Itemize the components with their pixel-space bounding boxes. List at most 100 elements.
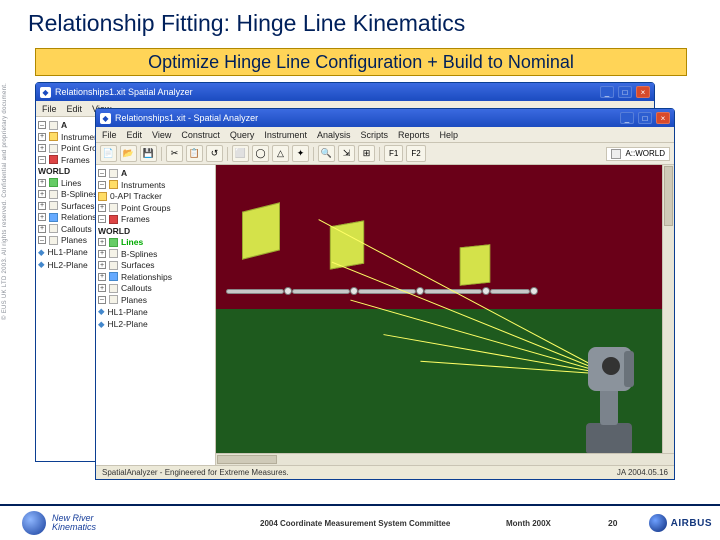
menu-item[interactable]: Help [440,130,459,140]
expand-icon[interactable]: – [98,169,106,177]
tree-item[interactable]: Frames [121,214,150,224]
expand-icon[interactable]: + [98,273,106,281]
tree-item[interactable]: WORLD [38,166,70,176]
menu-item[interactable]: File [42,104,57,114]
viewport-3d[interactable] [216,165,674,465]
expand-icon[interactable]: + [98,238,106,246]
tree-item[interactable]: HL1-Plane [108,307,148,317]
tree-item[interactable]: Surfaces [121,260,155,270]
expand-icon[interactable]: – [38,236,46,244]
expand-icon[interactable]: – [98,215,106,223]
close-button[interactable]: × [656,112,670,124]
tree-item[interactable]: A [61,120,67,130]
app-icon: ◆ [40,87,51,98]
toolbar-button[interactable]: 📄 [100,145,117,162]
toolbar-button[interactable]: ◯ [252,145,269,162]
wing-panel [242,202,280,259]
expand-icon[interactable]: + [38,213,46,221]
menu-item[interactable]: Scripts [360,130,388,140]
expand-icon[interactable]: + [98,250,106,258]
airbus-ball-icon [649,514,667,532]
toolbar-button[interactable]: △ [272,145,289,162]
menu-item[interactable]: Query [230,130,255,140]
node-icon [49,155,58,164]
footer-date: Month 200X [506,519,551,528]
footer-page: 20 [608,518,617,528]
menu-item[interactable]: Analysis [317,130,351,140]
menu-item[interactable]: Reports [398,130,430,140]
expand-icon[interactable]: + [38,133,46,141]
tree-front[interactable]: – A – Instruments 0-API Tracker + Point Gro… [96,165,216,465]
menu-item[interactable]: File [102,130,117,140]
node-icon [49,224,58,233]
tree-item[interactable]: HL1-Plane [48,247,88,257]
tree-item[interactable]: Point Groups [121,203,171,213]
menu-item[interactable]: Edit [67,104,83,114]
maximize-button[interactable]: □ [638,112,652,124]
expand-icon[interactable]: + [38,179,46,187]
menu-item[interactable]: Edit [127,130,143,140]
expand-icon[interactable]: – [38,156,46,164]
node-icon [109,261,118,270]
tree-item[interactable]: Callouts [121,283,152,293]
tree-item[interactable]: HL2-Plane [48,260,88,270]
toolbar-button[interactable]: 📂 [120,145,137,162]
minimize-button[interactable]: _ [600,86,614,98]
expand-icon[interactable]: – [98,296,106,304]
tree-item[interactable]: Relationships [121,272,172,282]
menu-item[interactable]: Construct [181,130,220,140]
node-icon [109,215,118,224]
toolbar-button[interactable]: ✂ [166,145,183,162]
tree-item[interactable]: WORLD [98,226,130,236]
expand-icon[interactable]: – [98,181,106,189]
toolbar-button[interactable]: ✦ [292,145,309,162]
scrollbar-horizontal[interactable] [216,453,674,465]
tree-item[interactable]: Lines [61,178,81,188]
expand-icon[interactable]: + [98,261,106,269]
node-icon [109,272,118,281]
expand-icon[interactable]: + [38,225,46,233]
tree-itemињ[interactable]: HL2-Plane [108,319,148,329]
toolbar-button[interactable]: 🔍 [318,145,335,162]
tree-item[interactable]: Planes [121,295,147,305]
toolbar-button[interactable]: ⊞ [358,145,375,162]
expand-icon[interactable]: + [38,144,46,152]
tree-item[interactable]: Instruments [121,180,165,190]
node-icon [109,238,118,247]
tree-item[interactable]: A [121,168,127,178]
tree-item[interactable]: Lines [121,237,143,247]
measurement-ray [350,300,610,375]
toolbar-button[interactable]: ⇲ [338,145,355,162]
tree-item[interactable]: 0-API Tracker [110,191,162,201]
menu-item[interactable]: View [152,130,171,140]
tree-item[interactable]: Frames [61,155,90,165]
maximize-button[interactable]: □ [618,86,632,98]
toolbar-sep [161,147,162,161]
toolbar-button[interactable]: 📋 [186,145,203,162]
expand-icon[interactable]: + [38,190,46,198]
cube-icon [611,149,621,159]
toolbar-button[interactable]: ⬜ [232,145,249,162]
tree-item[interactable]: B-Splines [61,189,97,199]
scrollbar-vertical[interactable] [662,165,674,453]
toolbar-button[interactable]: ↺ [206,145,223,162]
minimize-button[interactable]: _ [620,112,634,124]
tree-item[interactable]: B-Splines [121,249,157,259]
tree-item[interactable]: Surfaces [61,201,95,211]
toolbar-button[interactable]: F1 [384,145,403,162]
toolbar-button[interactable]: 💾 [140,145,157,162]
titlebar-title: Relationships1.xit Spatial Analyzer [55,87,596,97]
expand-icon[interactable]: + [98,204,106,212]
menu-item[interactable]: Instrument [264,130,307,140]
expand-icon[interactable]: + [98,284,106,292]
coord-frame-selector[interactable]: A::WORLD [606,147,670,161]
node-icon [49,190,58,199]
toolbar-button[interactable]: F2 [406,145,425,162]
toolbar-sep [379,147,380,161]
tree-item[interactable]: Callouts [61,224,92,234]
close-button[interactable]: × [636,86,650,98]
tree-item[interactable]: Planes [61,235,87,245]
expand-icon[interactable]: – [38,121,46,129]
expand-icon[interactable]: + [38,202,46,210]
coord-label: A::WORLD [625,149,665,158]
